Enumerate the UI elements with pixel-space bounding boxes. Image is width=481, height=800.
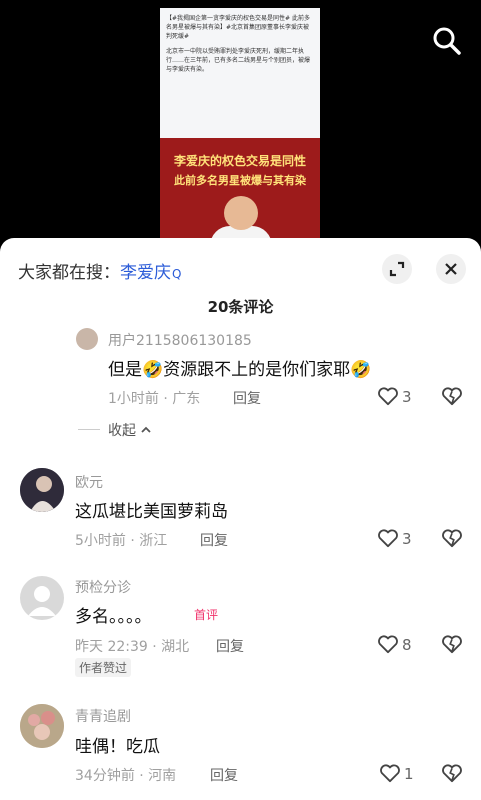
- close-button[interactable]: [436, 254, 466, 284]
- like-count: 3: [402, 530, 412, 548]
- dislike-icon[interactable]: [441, 386, 463, 406]
- hot-search-bar[interactable]: 大家都在搜：李爱庆Q: [18, 258, 181, 283]
- article-banner: 李爱庆的权色交易是同性 此前多名男星被爆与其有染: [160, 138, 320, 240]
- comment-meta: 5小时前 · 浙江: [75, 533, 168, 549]
- avatar[interactable]: [20, 468, 64, 512]
- comment-text: 但是🤣资源跟不上的是你们家耶🤣: [108, 360, 372, 380]
- like-count: 3: [402, 388, 412, 406]
- search-icon[interactable]: [432, 26, 462, 56]
- comment-count: 20条评论: [207, 298, 274, 316]
- author-liked-badge: 作者赞过: [75, 658, 132, 677]
- like-count: 8: [402, 636, 412, 654]
- avatar-image: [20, 704, 64, 748]
- avatar[interactable]: [20, 576, 64, 620]
- hot-search-prefix: 大家都在搜：: [18, 263, 120, 283]
- avatar-image: [20, 468, 64, 512]
- comment-text: 多名。。。。: [75, 607, 152, 627]
- comment-author[interactable]: 用户2115806130185: [108, 330, 252, 350]
- comment-sheet: 大家都在搜：李爱庆Q 20条评论 用户2115806130185 但是🤣资源跟不…: [0, 238, 481, 800]
- comment-author[interactable]: 预检分诊: [75, 577, 131, 597]
- banner-line-2: 此前多名男星被爆与其有染: [174, 174, 306, 187]
- article-screenshot: 【#我揭国企第一贪李爱庆的权色交易是同性# 此前多名男星被爆与其有染】#北京首集…: [160, 8, 320, 240]
- video-area[interactable]: 【#我揭国企第一贪李爱庆的权色交易是同性# 此前多名男星被爆与其有染】#北京首集…: [0, 0, 481, 245]
- collapse-divider: [78, 429, 100, 430]
- reply-button[interactable]: 回复: [216, 636, 244, 656]
- like-icon[interactable]: [379, 763, 401, 783]
- first-comment-tag: 首评: [194, 608, 219, 622]
- chevron-up-icon: [141, 426, 152, 433]
- reply-button[interactable]: 回复: [210, 765, 238, 785]
- close-icon: [445, 263, 457, 275]
- comment-text: 这瓜堪比美国萝莉岛: [75, 502, 228, 522]
- dislike-icon[interactable]: [441, 634, 463, 654]
- hot-search-suffix: Q: [172, 267, 182, 281]
- avatar[interactable]: [20, 704, 64, 748]
- reply-button[interactable]: 回复: [200, 530, 228, 550]
- collapse-replies-button[interactable]: 收起: [108, 420, 152, 440]
- collapse-label: 收起: [108, 423, 136, 439]
- like-icon[interactable]: [377, 634, 399, 654]
- article-body: 北京市一中院以受贿罪判处李爱庆死刑，缓期二年执行……在三年前，已有多名二线男星与…: [166, 48, 311, 73]
- dislike-icon[interactable]: [441, 528, 463, 548]
- reply-button[interactable]: 回复: [233, 388, 261, 408]
- comment-author[interactable]: 欧元: [75, 472, 103, 492]
- article-title: 【#我揭国企第一贪李爱庆的权色交易是同性# 此前多名男星被爆与其有染】#北京首集…: [166, 15, 310, 40]
- like-count: 1: [404, 765, 414, 783]
- comment-author[interactable]: 青青追剧: [75, 706, 131, 726]
- expand-icon: [389, 261, 405, 277]
- comment-meta: 1小时前 · 广东: [108, 391, 201, 407]
- like-icon[interactable]: [377, 528, 399, 548]
- hot-search-keyword[interactable]: 李爱庆: [120, 263, 171, 283]
- comment-meta: 34分钟前 · 河南: [75, 768, 177, 784]
- comment-meta: 昨天 22:39 · 湖北: [75, 639, 190, 655]
- person-head: [224, 196, 258, 230]
- banner-line-1: 李爱庆的权色交易是同性: [173, 154, 306, 168]
- like-icon[interactable]: [377, 386, 399, 406]
- expand-button[interactable]: [382, 254, 412, 284]
- default-avatar-icon: [28, 586, 56, 616]
- comment-text: 哇偶！吃瓜: [75, 737, 160, 757]
- dislike-icon[interactable]: [441, 763, 463, 783]
- avatar[interactable]: [76, 328, 98, 350]
